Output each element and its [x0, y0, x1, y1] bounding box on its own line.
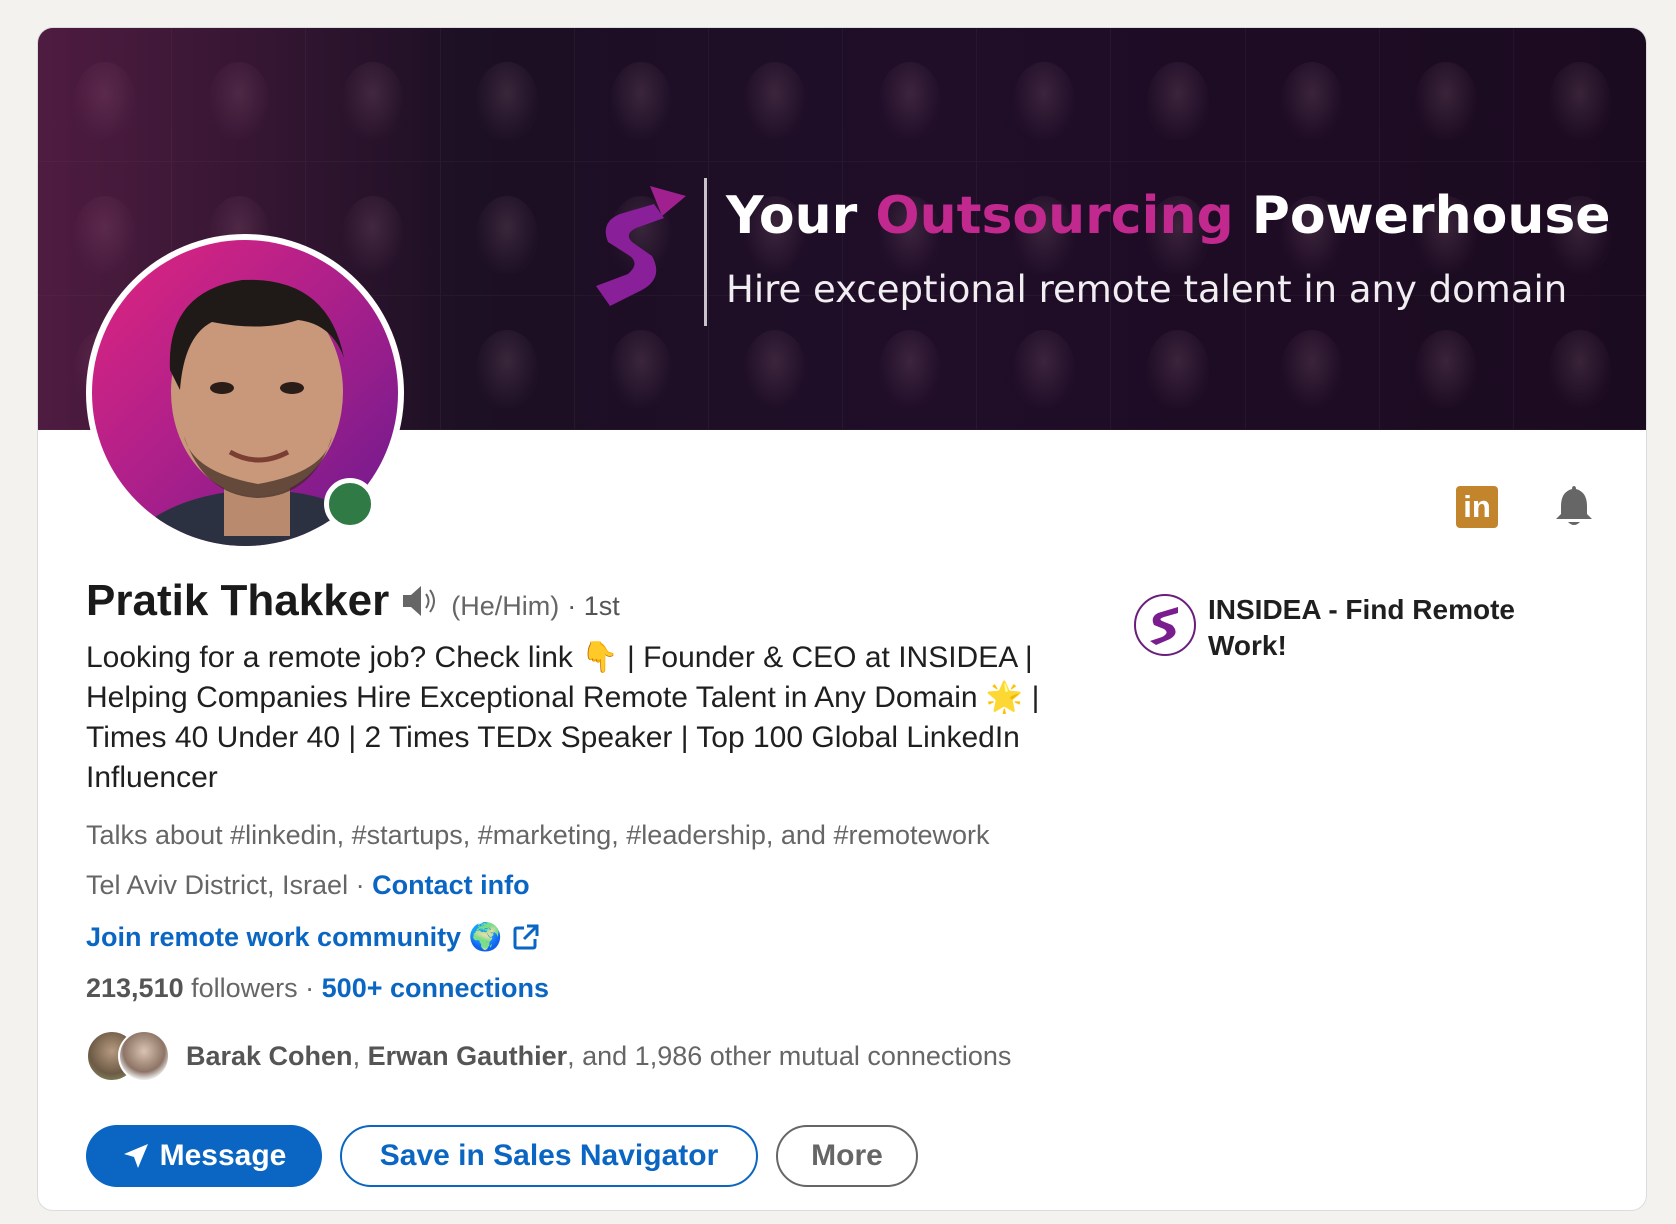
community-link[interactable]: Join remote work community 🌍	[86, 921, 502, 953]
mutual-avatar	[118, 1030, 170, 1082]
banner-headline: Your Outsourcing Powerhouse	[726, 186, 1611, 246]
online-status-indicator	[324, 478, 376, 530]
name-pronunciation-speaker-icon[interactable]	[401, 583, 441, 619]
external-link-icon	[513, 924, 539, 950]
talks-about: Talks about #linkedin, #startups, #marke…	[86, 820, 990, 850]
send-icon	[123, 1144, 148, 1168]
location: Tel Aviv District, Israel	[86, 870, 349, 900]
connections-link[interactable]: 500+ connections	[322, 973, 549, 1003]
banner-subline: Hire exceptional remote talent in any do…	[726, 268, 1568, 311]
banner-divider	[704, 178, 707, 326]
followers-count: 213,510	[86, 973, 184, 1003]
followers-row: 213,510 followers · 500+ connections	[86, 973, 549, 1003]
linkedin-premium-icon[interactable]: in	[1456, 486, 1498, 528]
current-company[interactable]: INSIDEA - Find Remote Work!	[1134, 594, 1528, 664]
name-row: Pratik Thakker (He/Him) · 1st	[86, 576, 620, 626]
mutual-connections-text[interactable]: Barak Cohen, Erwan Gauthier, and 1,986 o…	[186, 1041, 1011, 1072]
company-name: INSIDEA - Find Remote Work!	[1208, 594, 1515, 661]
contact-info-link[interactable]: Contact info	[372, 870, 529, 900]
insidea-logo-icon	[596, 186, 686, 306]
community-link-row[interactable]: Join remote work community 🌍	[86, 921, 540, 953]
bell-icon[interactable]	[1554, 484, 1594, 528]
location-row: Tel Aviv District, Israel · Contact info	[86, 870, 530, 900]
more-button[interactable]: More	[776, 1125, 918, 1187]
profile-name: Pratik Thakker	[86, 576, 390, 625]
save-in-sales-navigator-button[interactable]: Save in Sales Navigator	[340, 1125, 758, 1187]
pronouns: (He/Him)	[451, 591, 560, 621]
message-button[interactable]: Message	[86, 1125, 322, 1187]
profile-headline: Looking for a remote job? Check link 👇 |…	[86, 641, 1040, 794]
mutual-connections[interactable]: Barak Cohen, Erwan Gauthier, and 1,986 o…	[86, 1030, 1011, 1082]
company-logo-icon	[1134, 594, 1196, 656]
profile-card: Your Outsourcing Powerhouse Hire excepti…	[37, 27, 1647, 1211]
action-buttons: Message Save in Sales Navigator More	[86, 1125, 918, 1187]
connection-degree: · 1st	[567, 591, 620, 621]
